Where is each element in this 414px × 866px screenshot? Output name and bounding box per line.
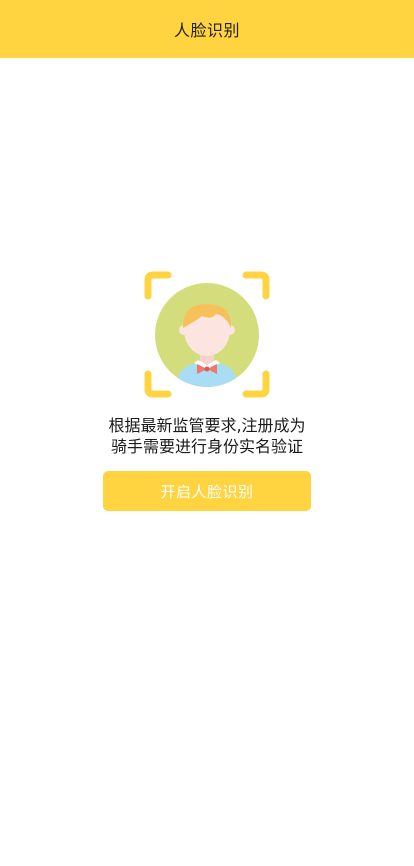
notice-line-2: 骑手需要进行身份实名验证 bbox=[110, 437, 303, 456]
frame-corner-bottom-right bbox=[242, 370, 270, 398]
face-scan-icon bbox=[142, 270, 272, 400]
start-face-recognition-button[interactable]: 开启人脸识别 bbox=[103, 471, 311, 511]
start-button-label: 开启人脸识别 bbox=[160, 482, 254, 501]
header-bar: 人脸识别 bbox=[0, 0, 414, 58]
page-title: 人脸识别 bbox=[173, 21, 240, 40]
frame-corner-bottom-left bbox=[144, 370, 172, 398]
frame-corner-top-right bbox=[242, 271, 270, 300]
frame-corner-top-left bbox=[144, 271, 172, 300]
verification-notice: 根据最新监管要求,注册成为 骑手需要进行身份实名验证 bbox=[0, 415, 414, 457]
notice-line-1: 根据最新监管要求,注册成为 bbox=[108, 416, 306, 435]
